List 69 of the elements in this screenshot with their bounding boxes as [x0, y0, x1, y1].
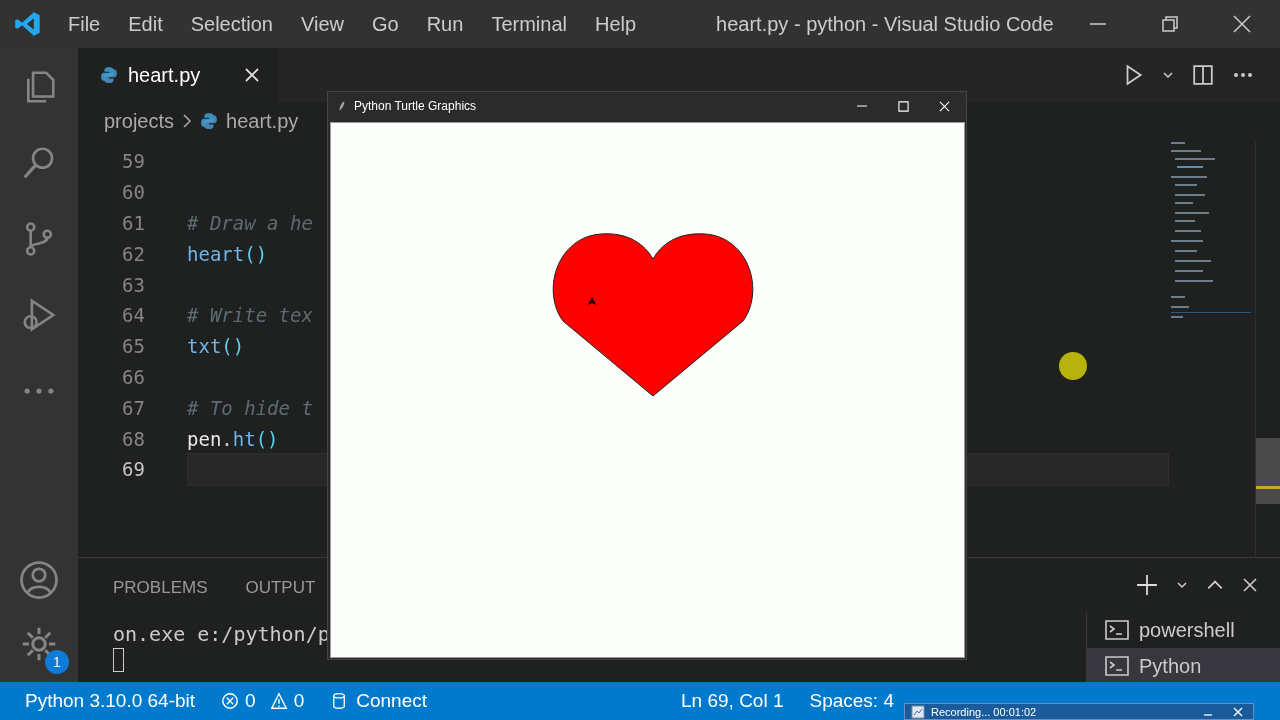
menu-item[interactable]: Edit — [128, 12, 163, 36]
window-title: heart.py - python - Visual Studio Code — [716, 12, 1054, 36]
line-number: 67 — [121, 396, 145, 419]
chevron-icon — [182, 113, 193, 129]
editor-tab[interactable]: heart.py — [78, 48, 279, 102]
error-count[interactable]: 0 — [245, 690, 256, 712]
split-editor-icon[interactable] — [1192, 64, 1214, 86]
line-number: 68 — [121, 427, 145, 450]
menu-item[interactable]: Run — [426, 12, 464, 36]
line-number: 63 — [121, 273, 145, 296]
python-icon — [100, 66, 118, 84]
menu-item[interactable]: Terminal — [491, 12, 567, 36]
recorder-icon — [911, 704, 925, 719]
account-icon[interactable] — [19, 560, 59, 600]
turtle-arrow-icon — [587, 296, 597, 306]
close-icon[interactable] — [244, 67, 261, 83]
caret-icon[interactable] — [1176, 579, 1188, 591]
app-logo-icon — [14, 10, 42, 38]
line-number: 62 — [121, 242, 145, 265]
menu-item[interactable]: View — [301, 12, 344, 36]
line-number: 66 — [121, 365, 145, 388]
warning-icon[interactable] — [269, 692, 288, 710]
caret-icon[interactable] — [1162, 69, 1174, 81]
code-line: # Draw a he — [187, 212, 313, 234]
code-line: pen.ht() — [187, 427, 279, 450]
terminal-line: on.exe e:/python/p — [113, 622, 331, 646]
menu-item[interactable]: Help — [594, 12, 637, 36]
interpreter-status[interactable]: Python 3.10.0 64-bit — [25, 690, 196, 712]
terminal-icon — [1105, 620, 1129, 640]
code-line: # To hide t — [187, 396, 313, 419]
close-icon[interactable] — [1232, 14, 1252, 34]
terminal-list-item[interactable]: powershell — [1087, 612, 1280, 648]
terminal-icon — [1105, 656, 1129, 676]
feather-icon — [338, 100, 346, 112]
terminal-list-item[interactable]: Python — [1087, 648, 1280, 684]
menu-item[interactable]: Selection — [190, 12, 273, 36]
line-number: 59 — [121, 150, 145, 173]
code-line: heart() — [187, 242, 268, 265]
maximize-icon[interactable] — [898, 100, 909, 112]
line-number: 69 — [121, 458, 145, 481]
warning-count[interactable]: 0 — [293, 690, 305, 712]
terminal-cursor — [113, 648, 124, 672]
line-number: 65 — [121, 335, 145, 358]
more-icon[interactable] — [1232, 72, 1254, 78]
menu-item[interactable]: Go — [372, 12, 399, 36]
code-line: txt() — [187, 335, 245, 358]
line-number: 61 — [121, 212, 145, 234]
close-icon[interactable] — [1242, 577, 1258, 593]
menu-item[interactable]: File — [68, 12, 101, 36]
indentation-status[interactable]: Spaces: 4 — [809, 690, 894, 712]
error-icon[interactable] — [221, 692, 240, 710]
notification-badge: 1 — [45, 650, 69, 674]
breadcrumb-item[interactable]: heart.py — [226, 109, 299, 133]
cursor-position[interactable]: Ln 69, Col 1 — [681, 690, 784, 712]
line-number: 64 — [121, 304, 145, 327]
recording-label: Recording... 00:01:02 — [931, 705, 1037, 718]
panel-tab[interactable]: PROBLEMS — [113, 578, 208, 598]
scrollbar[interactable] — [1255, 140, 1280, 557]
database-icon[interactable] — [332, 692, 347, 710]
python-icon — [200, 112, 219, 130]
connect-status[interactable]: Connect — [356, 690, 427, 712]
breadcrumb-item[interactable]: projects — [104, 109, 175, 133]
window-title: Python Turtle Graphics — [354, 99, 477, 113]
plus-icon[interactable] — [1136, 574, 1158, 596]
line-number: 60 — [121, 181, 145, 204]
panel-tab[interactable]: OUTPUT — [245, 578, 316, 598]
code-line: # Write tex — [187, 304, 313, 327]
cursor-highlight — [1059, 352, 1087, 380]
restore-icon[interactable] — [1160, 14, 1180, 34]
